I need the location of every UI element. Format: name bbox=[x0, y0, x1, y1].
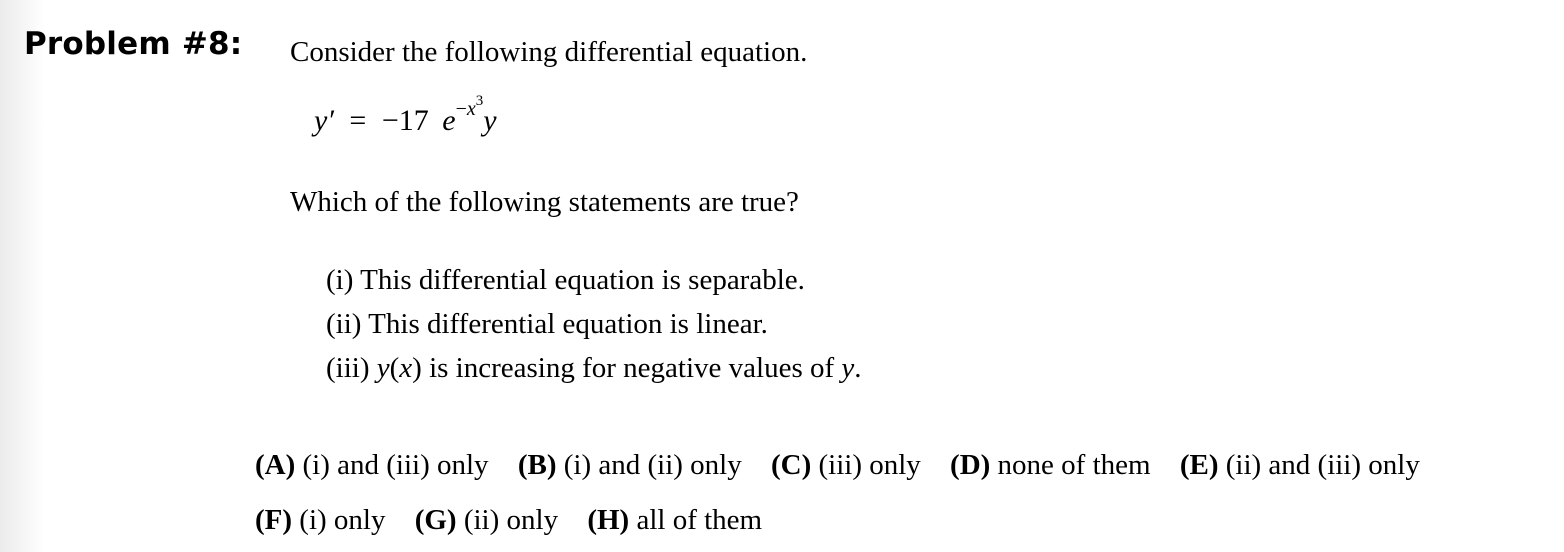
statement-func: y bbox=[376, 352, 390, 384]
statement-text: This differential equation is separable. bbox=[360, 264, 805, 296]
choice-text: all of them bbox=[636, 504, 763, 536]
statement-period: . bbox=[854, 352, 862, 384]
choice-letter: (G) bbox=[414, 504, 457, 536]
paren-open: ( bbox=[389, 352, 400, 384]
statement-text: is increasing for negative values of bbox=[429, 352, 835, 384]
choice-letter: (F) bbox=[255, 504, 293, 536]
statement-func-arg: x bbox=[399, 352, 413, 384]
exponent-var: x bbox=[466, 98, 476, 120]
differential-equation: y′ = −17 e−x3y bbox=[314, 94, 497, 138]
choice-text: none of them bbox=[997, 449, 1151, 481]
choice-letter: (D) bbox=[950, 449, 991, 481]
choice-letter: (H) bbox=[587, 504, 630, 536]
choice-e[interactable]: (E) (ii) and (iii) only bbox=[1180, 449, 1420, 482]
equation-trailing-var: y bbox=[483, 104, 497, 137]
equation-lhs: y′ bbox=[314, 104, 334, 137]
statement-ii: (ii) This differential equation is linea… bbox=[326, 308, 768, 341]
choice-d[interactable]: (D) none of them bbox=[950, 449, 1151, 482]
problem-intro: Consider the following differential equa… bbox=[290, 36, 808, 68]
equation-exponent: −x3 bbox=[455, 94, 484, 120]
answer-choices-row-1: (A) (i) and (iii) only (B) (i) and (ii) … bbox=[255, 449, 1442, 482]
equation-equals: = bbox=[349, 104, 367, 137]
choice-letter: (E) bbox=[1179, 449, 1219, 481]
choice-g[interactable]: (G) (ii) only bbox=[415, 504, 558, 537]
choice-text: (ii) and (iii) only bbox=[1225, 449, 1420, 481]
exponent-power: 3 bbox=[475, 93, 484, 110]
exponent-sign: − bbox=[455, 98, 467, 120]
answer-choices-row-2: (F) (i) only (G) (ii) only (H) all of th… bbox=[255, 504, 784, 537]
statement-iii: (iii) y(x) is increasing for negative va… bbox=[326, 352, 862, 385]
choice-text: (i) and (ii) only bbox=[563, 449, 742, 481]
question-text: Which of the following statements are tr… bbox=[290, 186, 799, 218]
problem-title: Problem #8: bbox=[24, 26, 243, 62]
choice-a[interactable]: (A) (i) and (iii) only bbox=[255, 449, 489, 482]
statement-label: (i) bbox=[326, 264, 354, 296]
statement-text: This differential equation is linear. bbox=[368, 308, 768, 340]
choice-h[interactable]: (H) all of them bbox=[587, 504, 762, 537]
choice-letter: (B) bbox=[517, 449, 557, 481]
choice-text: (ii) only bbox=[463, 504, 559, 536]
statement-label: (ii) bbox=[326, 308, 362, 340]
statement-label: (iii) bbox=[326, 352, 370, 384]
statement-i: (i) This differential equation is separa… bbox=[326, 264, 805, 297]
choice-c[interactable]: (C) (iii) only bbox=[771, 449, 921, 482]
choice-f[interactable]: (F) (i) only bbox=[255, 504, 385, 537]
choice-b[interactable]: (B) (i) and (ii) only bbox=[518, 449, 742, 482]
statement-var: y bbox=[841, 352, 855, 384]
choice-letter: (A) bbox=[255, 449, 296, 481]
choice-letter: (C) bbox=[770, 449, 812, 481]
choice-text: (i) and (iii) only bbox=[302, 449, 489, 481]
equation-coefficient: −17 bbox=[381, 104, 429, 137]
paren-close: ) bbox=[412, 352, 422, 384]
choice-text: (i) only bbox=[299, 504, 386, 536]
equation-base: e bbox=[442, 104, 456, 137]
choice-text: (iii) only bbox=[818, 449, 921, 481]
